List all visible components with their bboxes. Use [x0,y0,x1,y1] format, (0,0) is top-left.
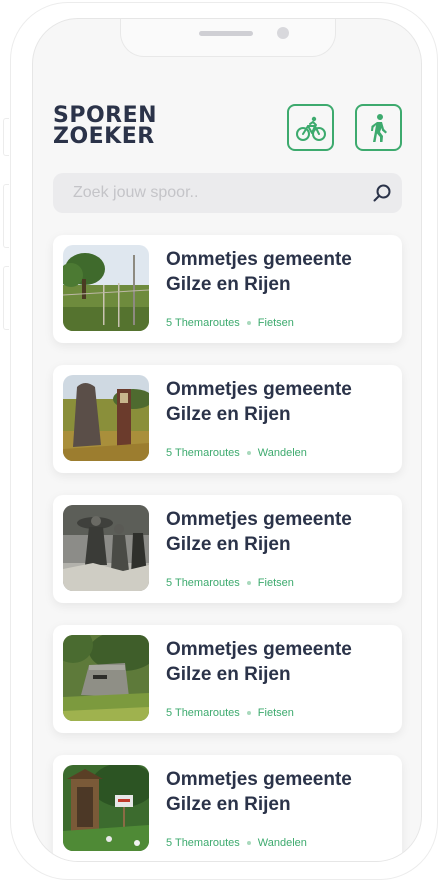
logo-line-2: ZOEKER [53,124,155,149]
separator-dot [246,451,251,455]
route-type: Wandelen [257,837,307,849]
route-count: 5 Themaroutes [166,447,240,459]
route-meta: 5 Themaroutes Wandelen [166,447,307,459]
route-meta: 5 Themaroutes Fietsen [166,317,294,329]
route-card[interactable]: Ommetjes gemeente Gilze en Rijen 5 Thema… [53,495,402,603]
logo-line-1: SPOREN [53,103,158,128]
app-logo[interactable]: SPOREN ZOEKER [53,103,163,149]
route-title: Ommetjes gemeente Gilze en Rijen [166,639,352,685]
route-card[interactable]: Ommetjes gemeente Gilze en Rijen 5 Thema… [53,235,402,343]
search-input[interactable] [53,173,362,213]
route-card[interactable]: Ommetjes gemeente Gilze en Rijen 5 Thema… [53,365,402,473]
route-title: Ommetjes gemeente Gilze en Rijen [166,249,352,295]
separator-dot [246,711,251,715]
phone-notch [120,19,336,57]
bike-mode-button[interactable] [287,104,334,151]
route-title: Ommetjes gemeente Gilze en Rijen [166,769,352,815]
route-thumbnail [63,765,149,851]
walk-mode-button[interactable] [355,104,402,151]
route-count: 5 Themaroutes [166,577,240,589]
route-type: Fietsen [257,577,294,589]
separator-dot [246,581,251,585]
route-thumbnail [63,375,149,461]
route-meta: 5 Themaroutes Fietsen [166,577,294,589]
separator-dot [246,321,251,325]
route-count: 5 Themaroutes [166,837,240,849]
search-icon[interactable] [362,183,402,203]
speaker-grille [199,31,253,36]
phone-volume-down-button [3,266,9,330]
separator-dot [246,841,251,845]
route-type: Wandelen [257,447,307,459]
route-card[interactable]: Ommetjes gemeente Gilze en Rijen 5 Thema… [53,755,402,861]
route-title: Ommetjes gemeente Gilze en Rijen [166,509,352,555]
phone-side-button [3,118,9,156]
route-count: 5 Themaroutes [166,317,240,329]
app-screen: SPOREN ZOEKER Zoek jouw spoor.. Ommetjes… [32,18,422,862]
route-thumbnail [63,505,149,591]
route-thumbnail [63,245,149,331]
route-card[interactable]: Ommetjes gemeente Gilze en Rijen 5 Thema… [53,625,402,733]
bicycle-icon [295,116,326,141]
route-thumbnail [63,635,149,721]
walking-icon [370,113,387,142]
route-type: Fietsen [257,317,294,329]
front-camera [277,27,289,39]
route-count: 5 Themaroutes [166,707,240,719]
route-type: Fietsen [257,707,294,719]
route-meta: 5 Themaroutes Wandelen [166,837,307,849]
phone-volume-up-button [3,184,9,248]
route-meta: 5 Themaroutes Fietsen [166,707,294,719]
route-title: Ommetjes gemeente Gilze en Rijen [166,379,352,425]
search-bar [53,173,402,213]
